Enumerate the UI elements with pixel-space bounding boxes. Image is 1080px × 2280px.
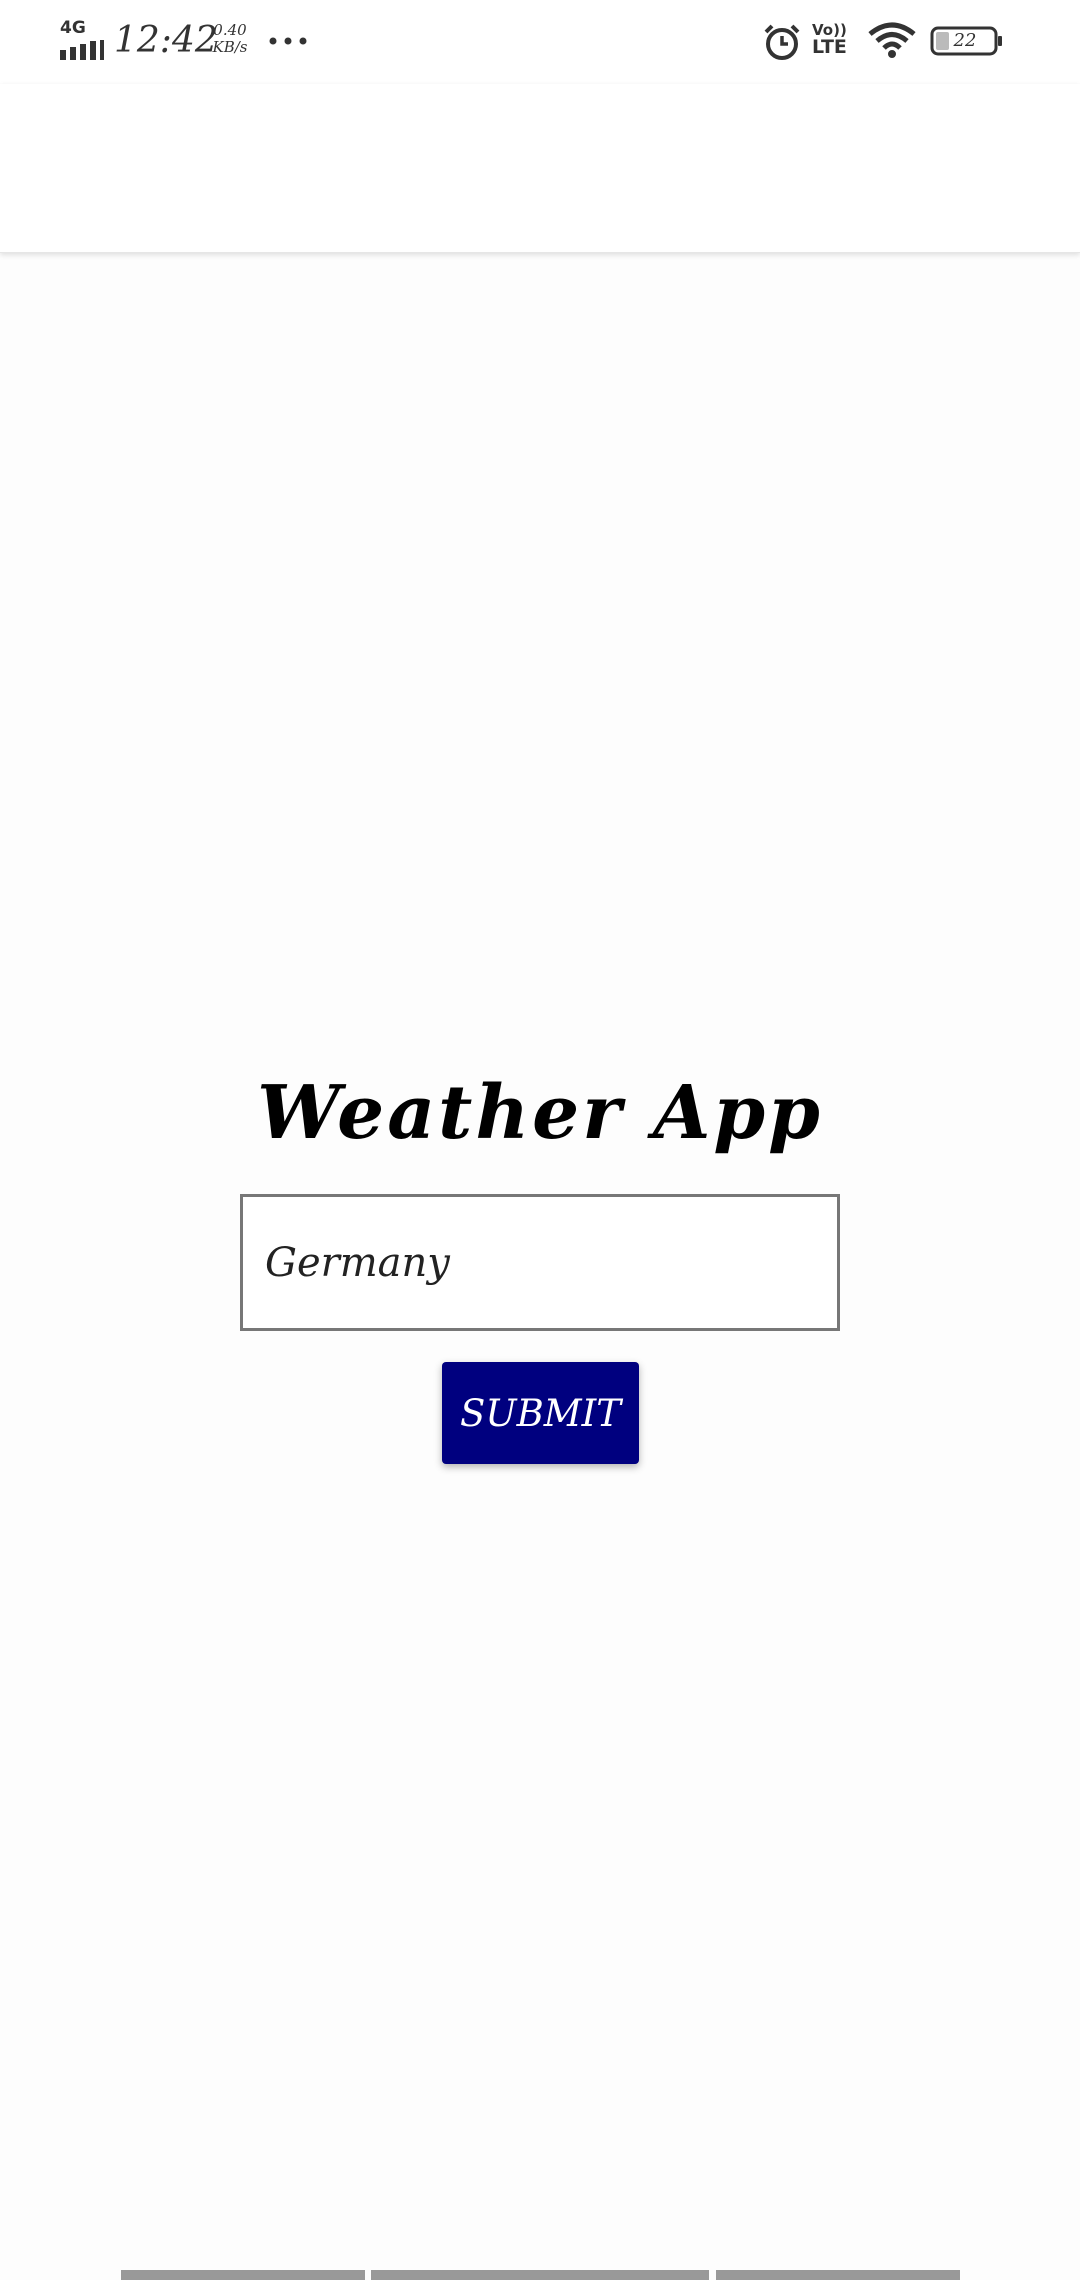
network-type: 4G (60, 18, 86, 38)
nav-hint-right (716, 2270, 960, 2280)
battery-level: 22 (953, 30, 977, 51)
alarm-icon (764, 24, 800, 60)
speed-unit: KB/s (212, 38, 248, 56)
page-title: Weather App (257, 1070, 823, 1156)
submit-button[interactable]: SUBMIT (442, 1362, 639, 1464)
clock: 12:42 (114, 20, 218, 61)
app-bar (0, 84, 1080, 253)
status-bar: 4G 12:42 0.40 KB/s Vo)) LTE 22 (0, 0, 1080, 84)
nav-hint-center (371, 2270, 709, 2280)
lte-label: LTE (812, 36, 847, 58)
network-speed: 0.40 KB/s (210, 22, 250, 56)
city-input[interactable] (240, 1194, 840, 1331)
signal-icon (60, 40, 104, 60)
wifi-icon (868, 22, 916, 58)
nav-hint-left (121, 2270, 365, 2280)
status-right: Vo)) LTE 22 (762, 20, 1022, 64)
more-dots-icon (269, 37, 307, 45)
volte-indicator: Vo)) LTE (812, 22, 847, 58)
speed-value: 0.40 (213, 21, 247, 39)
